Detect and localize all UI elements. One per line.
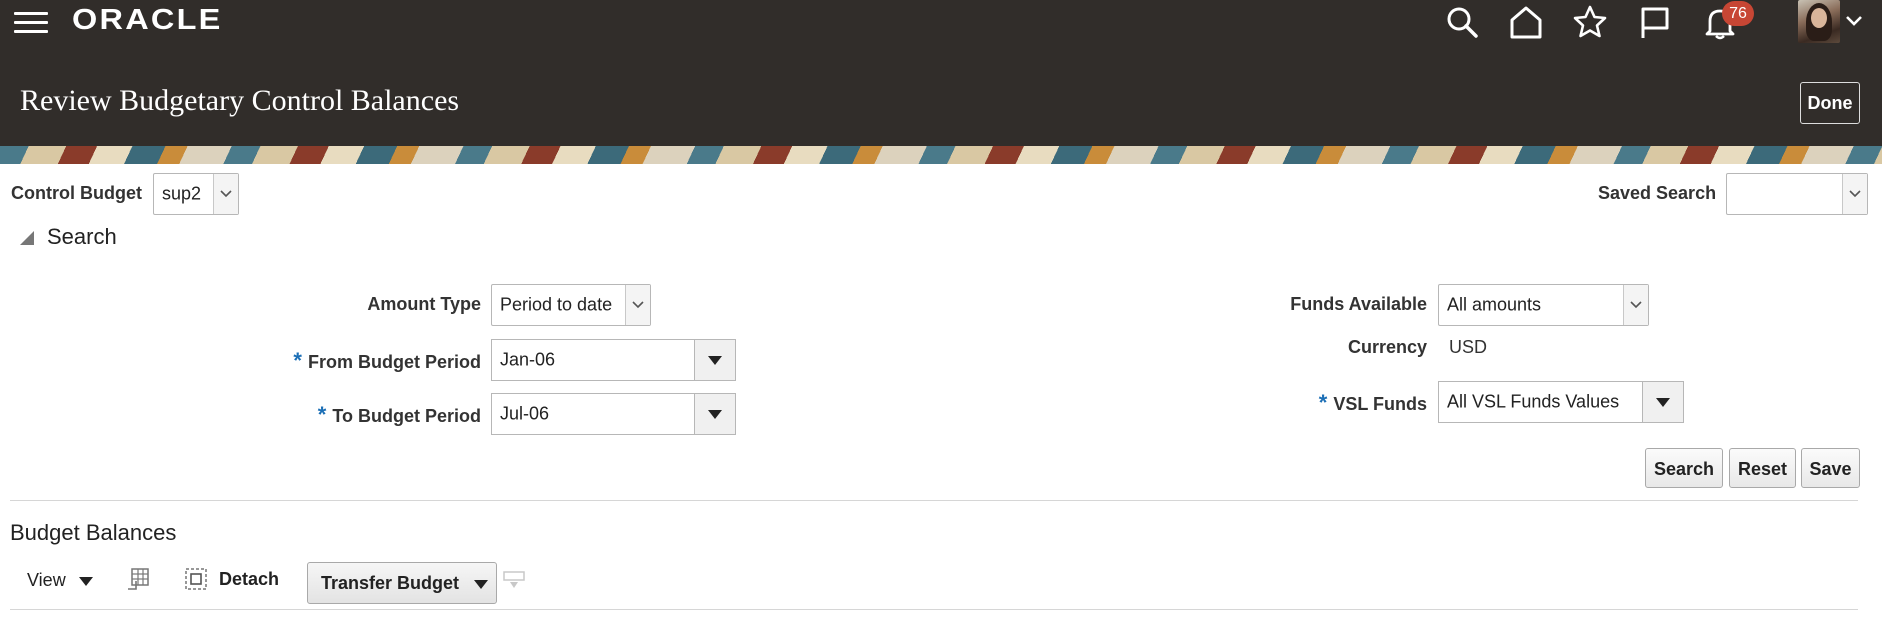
chevron-down-icon: [1842, 174, 1867, 214]
control-budget-label: Control Budget: [11, 183, 142, 203]
funds-available-select[interactable]: All amounts: [1438, 284, 1649, 326]
transfer-budget-button[interactable]: Transfer Budget: [307, 562, 497, 604]
chevron-down-icon: [1623, 285, 1648, 325]
section-divider: [10, 500, 1858, 501]
dropdown-triangle-icon: [78, 576, 93, 586]
user-avatar[interactable]: [1798, 0, 1840, 43]
oracle-logo[interactable]: ORACLE: [72, 4, 223, 37]
freeze-columns-icon[interactable]: [126, 567, 150, 596]
required-indicator: *: [317, 402, 327, 427]
done-button[interactable]: Done: [1800, 82, 1860, 124]
amount-type-select[interactable]: Period to date: [491, 284, 651, 326]
watchlist-flag-icon[interactable]: [1637, 4, 1673, 40]
reset-button[interactable]: Reset: [1729, 448, 1796, 488]
dropdown-triangle-icon: [474, 579, 489, 589]
view-menu-label: View: [27, 570, 66, 590]
to-budget-period-label: To Budget Period: [332, 406, 481, 426]
view-menu[interactable]: View: [27, 570, 93, 591]
vsl-funds-input[interactable]: All VSL Funds Values: [1438, 381, 1684, 423]
chevron-down-icon: [625, 285, 650, 325]
required-indicator: *: [1318, 390, 1328, 415]
control-budget-select[interactable]: sup2: [153, 173, 239, 215]
detach-label: Detach: [219, 568, 280, 589]
from-budget-period-input[interactable]: Jan-06: [491, 339, 736, 381]
search-icon[interactable]: [1444, 4, 1480, 40]
transfer-budget-label: Transfer Budget: [321, 573, 460, 593]
chevron-down-icon[interactable]: [1845, 14, 1863, 32]
to-budget-period-value: Jul-06: [500, 403, 550, 424]
amount-type-label: Amount Type: [367, 294, 481, 314]
query-by-example-icon: [502, 569, 526, 596]
from-budget-period-label-row: * From Budget Period: [260, 348, 481, 374]
from-budget-period-value: Jan-06: [500, 349, 556, 370]
currency-label: Currency: [1347, 337, 1427, 357]
saved-search-select[interactable]: [1726, 173, 1868, 215]
navigator-menu-icon[interactable]: [14, 8, 48, 38]
save-button[interactable]: Save: [1801, 448, 1860, 488]
from-budget-period-label: From Budget Period: [307, 352, 481, 372]
vsl-funds-value: All VSL Funds Values: [1447, 391, 1620, 412]
budget-balances-title: Budget Balances: [10, 520, 177, 545]
funds-available-label: Funds Available: [1290, 294, 1427, 314]
amount-type-value: Period to date: [500, 294, 613, 315]
search-section-title[interactable]: Search: [47, 224, 117, 250]
to-budget-period-label-row: * To Budget Period: [260, 402, 481, 428]
dropdown-triangle-icon[interactable]: [694, 340, 735, 380]
home-icon[interactable]: [1508, 4, 1544, 40]
favorites-star-icon[interactable]: [1572, 4, 1608, 40]
search-button[interactable]: Search: [1645, 448, 1723, 488]
chevron-down-icon: [213, 174, 238, 214]
currency-value: USD: [1449, 337, 1488, 357]
detach-button[interactable]: Detach: [184, 567, 279, 591]
vsl-funds-label-row: * VSL Funds: [1240, 390, 1427, 416]
to-budget-period-input[interactable]: Jul-06: [491, 393, 736, 435]
decorative-banner: [0, 146, 1882, 164]
dropdown-triangle-icon[interactable]: [1642, 382, 1683, 422]
collapse-triangle-icon[interactable]: [20, 231, 34, 245]
detach-icon: [185, 568, 207, 590]
global-header: ORACLE 76 Review Budgetary Control Balan…: [0, 0, 1882, 146]
table-top-border: [10, 609, 1858, 610]
required-indicator: *: [293, 348, 302, 373]
control-budget-value: sup2: [162, 183, 202, 204]
saved-search-label: Saved Search: [1598, 183, 1717, 203]
notifications-badge: 76: [1722, 1, 1754, 26]
page-title: Review Budgetary Control Balances: [20, 84, 460, 117]
funds-available-value: All amounts: [1447, 294, 1542, 315]
vsl-funds-label: VSL Funds: [1333, 394, 1427, 414]
dropdown-triangle-icon[interactable]: [694, 394, 735, 434]
